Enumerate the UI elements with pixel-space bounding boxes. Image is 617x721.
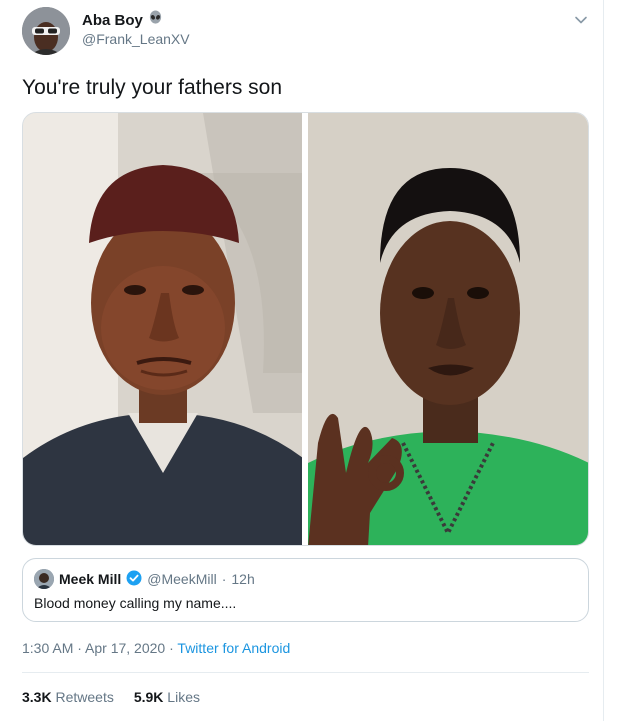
chevron-down-icon[interactable] — [572, 11, 590, 29]
quoted-handle[interactable]: @MeekMill — [147, 571, 216, 587]
alien-emoji-icon — [148, 10, 163, 30]
quoted-age[interactable]: 12h — [231, 571, 254, 587]
tweet-timestamp[interactable]: 1:30 AM · Apr 17, 2020 — [22, 640, 165, 656]
likes-label: Likes — [167, 689, 200, 705]
tweet-source-link[interactable]: Twitter for Android — [177, 640, 290, 656]
author-handle[interactable]: @Frank_LeanXV — [82, 31, 190, 47]
tweet-stats: 3.3K Retweets 5.9K Likes — [22, 689, 200, 705]
quoted-avatar[interactable] — [34, 569, 54, 589]
quoted-dot: · — [221, 571, 227, 587]
divider — [22, 672, 589, 673]
tweet-text: You're truly your fathers son — [22, 76, 283, 99]
tweet-card: Aba Boy @Frank_LeanXV You're truly your … — [0, 0, 604, 721]
quoted-tweet[interactable]: Meek Mill @MeekMill · 12h Blood money ca… — [22, 558, 589, 622]
quoted-name[interactable]: Meek Mill — [59, 571, 121, 587]
media-photo-left[interactable] — [23, 113, 302, 545]
quoted-text: Blood money calling my name.... — [34, 595, 237, 611]
tweet-media[interactable] — [22, 112, 589, 546]
retweets-stat[interactable]: 3.3K Retweets — [22, 689, 114, 705]
author-avatar[interactable] — [22, 7, 70, 55]
likes-stat[interactable]: 5.9K Likes — [134, 689, 200, 705]
author-name[interactable]: Aba Boy — [82, 12, 143, 29]
meta-separator: · — [169, 640, 174, 656]
tweet-meta: 1:30 AM · Apr 17, 2020 · Twitter for And… — [22, 640, 290, 656]
likes-count: 5.9K — [133, 689, 164, 705]
verified-badge-icon — [126, 570, 142, 589]
retweets-label: Retweets — [55, 689, 114, 705]
retweets-count: 3.3K — [22, 689, 52, 705]
media-photo-right[interactable] — [308, 113, 588, 545]
